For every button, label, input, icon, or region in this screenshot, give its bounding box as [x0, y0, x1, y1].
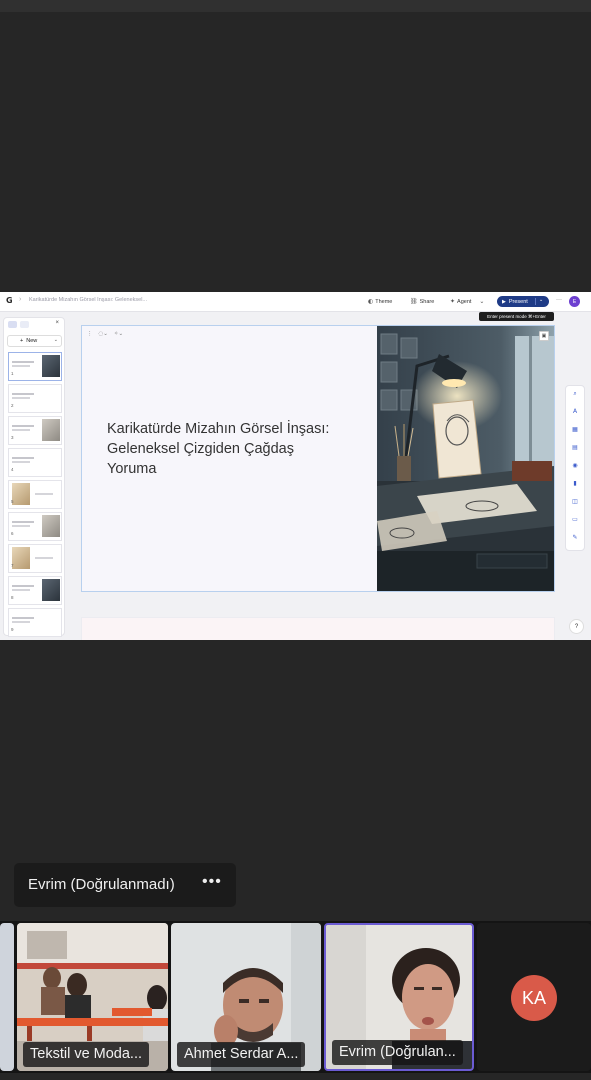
drag-handle-icon[interactable]: ⋮	[87, 331, 93, 337]
next-slide-preview[interactable]	[81, 617, 555, 640]
slide-number: 9	[11, 627, 14, 632]
participant-name: Ahmet Serdar A...	[177, 1042, 306, 1067]
slide-thumbnail[interactable]	[8, 544, 62, 573]
slide-thumbnail[interactable]	[8, 512, 62, 541]
link-icon: ⛓	[410, 298, 418, 305]
new-label: New	[26, 338, 38, 344]
image-options-icon[interactable]: ▣	[539, 331, 549, 341]
slide-thumbnail[interactable]	[8, 608, 62, 637]
top-status-strip	[0, 0, 591, 12]
active-speaker-bar: Evrim (Doğrulanmadı) •••	[14, 863, 236, 907]
sparkle-icon: ✦	[450, 298, 456, 305]
slide-number: 1	[11, 371, 14, 376]
slide-number: 5	[11, 499, 14, 504]
active-speaker-name: Evrim (Doğrulanmadı)	[28, 876, 175, 893]
app-logo[interactable]: G	[6, 296, 13, 305]
participant-name: Tekstil ve Moda...	[23, 1042, 150, 1067]
present-label: Present	[508, 298, 528, 305]
slide-thumbnail[interactable]	[8, 576, 62, 605]
play-icon: ▶	[502, 298, 506, 305]
share-button[interactable]: ⛓ Share	[410, 296, 434, 307]
artist-desk-illustration	[377, 326, 554, 591]
right-toolbar: ⌕ A ▦ ▤ ◉ ▮ ◫ ▭ ✎	[565, 385, 585, 551]
theme-button[interactable]: ◐ Theme	[368, 296, 392, 307]
chart-icon[interactable]: ▮	[570, 480, 580, 487]
style-icon[interactable]: ◌⌄	[99, 331, 108, 337]
more-options-button[interactable]: ···	[556, 297, 562, 303]
list-view-icon[interactable]	[20, 321, 29, 328]
palette-icon: ◐	[368, 298, 374, 305]
close-panel-icon[interactable]: ×	[55, 320, 59, 326]
slide-number: 4	[11, 467, 14, 472]
user-avatar[interactable]: E	[569, 296, 580, 307]
slide-image[interactable]	[377, 326, 554, 591]
animation-icon[interactable]: ✧⌄	[114, 331, 123, 337]
text-style-icon[interactable]: A	[570, 408, 580, 415]
document-title[interactable]: Karikatürde Mizahın Görsel İnşası: Gelen…	[29, 297, 169, 303]
slide-thumbnail[interactable]	[8, 352, 62, 381]
participant-tile[interactable]: Tekstil ve Moda...	[17, 923, 168, 1071]
slide-thumbnail[interactable]	[8, 416, 62, 445]
present-divider	[535, 298, 536, 305]
slide-number: 8	[11, 595, 14, 600]
participant-tile-partial[interactable]	[0, 923, 14, 1071]
slide-number: 6	[11, 531, 14, 536]
present-tooltip: Enter present mode ⌘+Enter	[479, 312, 554, 321]
present-options-chevron-icon[interactable]: ⌄	[539, 297, 543, 303]
new-slide-button[interactable]: + New ⌄	[7, 335, 62, 347]
agent-button[interactable]: ✦ Agent ⌄	[450, 296, 484, 307]
image-icon[interactable]: ▦	[570, 426, 580, 433]
participant-tile[interactable]: Ahmet Serdar A...	[171, 923, 321, 1071]
slide-canvas[interactable]: ⋮ ◌⌄ ✧⌄ Karikatürde Mizahın Görsel İnşas…	[81, 325, 555, 592]
slide-thumbnail[interactable]	[8, 480, 62, 509]
chevron-down-icon: ⌄	[479, 298, 485, 305]
layout-grid-icon[interactable]: ▤	[570, 444, 580, 451]
toggle-icon[interactable]: ◉	[570, 462, 580, 469]
slide-toolbar: ⋮ ◌⌄ ✧⌄	[87, 331, 123, 337]
breadcrumb-separator: ›	[19, 296, 22, 303]
slide-number: 2	[11, 403, 14, 408]
slide-thumbnail[interactable]	[8, 384, 62, 413]
app-header: G › Karikatürde Mizahın Görsel İnşası: G…	[0, 292, 591, 312]
help-button[interactable]: ?	[569, 619, 584, 634]
plus-icon: +	[20, 338, 24, 344]
slides-panel: × + New ⌄ 1 2 3 4 5 6 7 8 9	[3, 317, 65, 637]
shared-screen: G › Karikatürde Mizahın Görsel İnşası: G…	[0, 292, 591, 640]
grid-view-icon[interactable]	[8, 321, 17, 328]
speaker-more-button[interactable]: •••	[202, 873, 222, 891]
chevron-down-icon: ⌄	[53, 337, 58, 343]
agent-label: Agent	[457, 298, 472, 305]
slide-title[interactable]: Karikatürde Mizahın Görsel İnşası: Gelen…	[107, 419, 347, 479]
slide-number: 3	[11, 435, 14, 440]
slide-number: 7	[11, 563, 14, 568]
edit-icon[interactable]: ✎	[570, 534, 580, 541]
embed-icon[interactable]: ◫	[570, 498, 580, 505]
table-icon[interactable]: ▭	[570, 516, 580, 523]
search-icon[interactable]: ⌕	[570, 390, 580, 398]
participant-tile-active[interactable]: Evrim (Doğrulan...	[324, 923, 474, 1071]
participant-avatar: KA	[511, 975, 557, 1021]
slide-thumbnail[interactable]	[8, 448, 62, 477]
present-button[interactable]: ▶ Present ⌄	[497, 296, 549, 307]
theme-label: Theme	[375, 298, 393, 305]
share-label: Share	[419, 298, 435, 305]
participant-name: Evrim (Doğrulan...	[332, 1040, 463, 1065]
